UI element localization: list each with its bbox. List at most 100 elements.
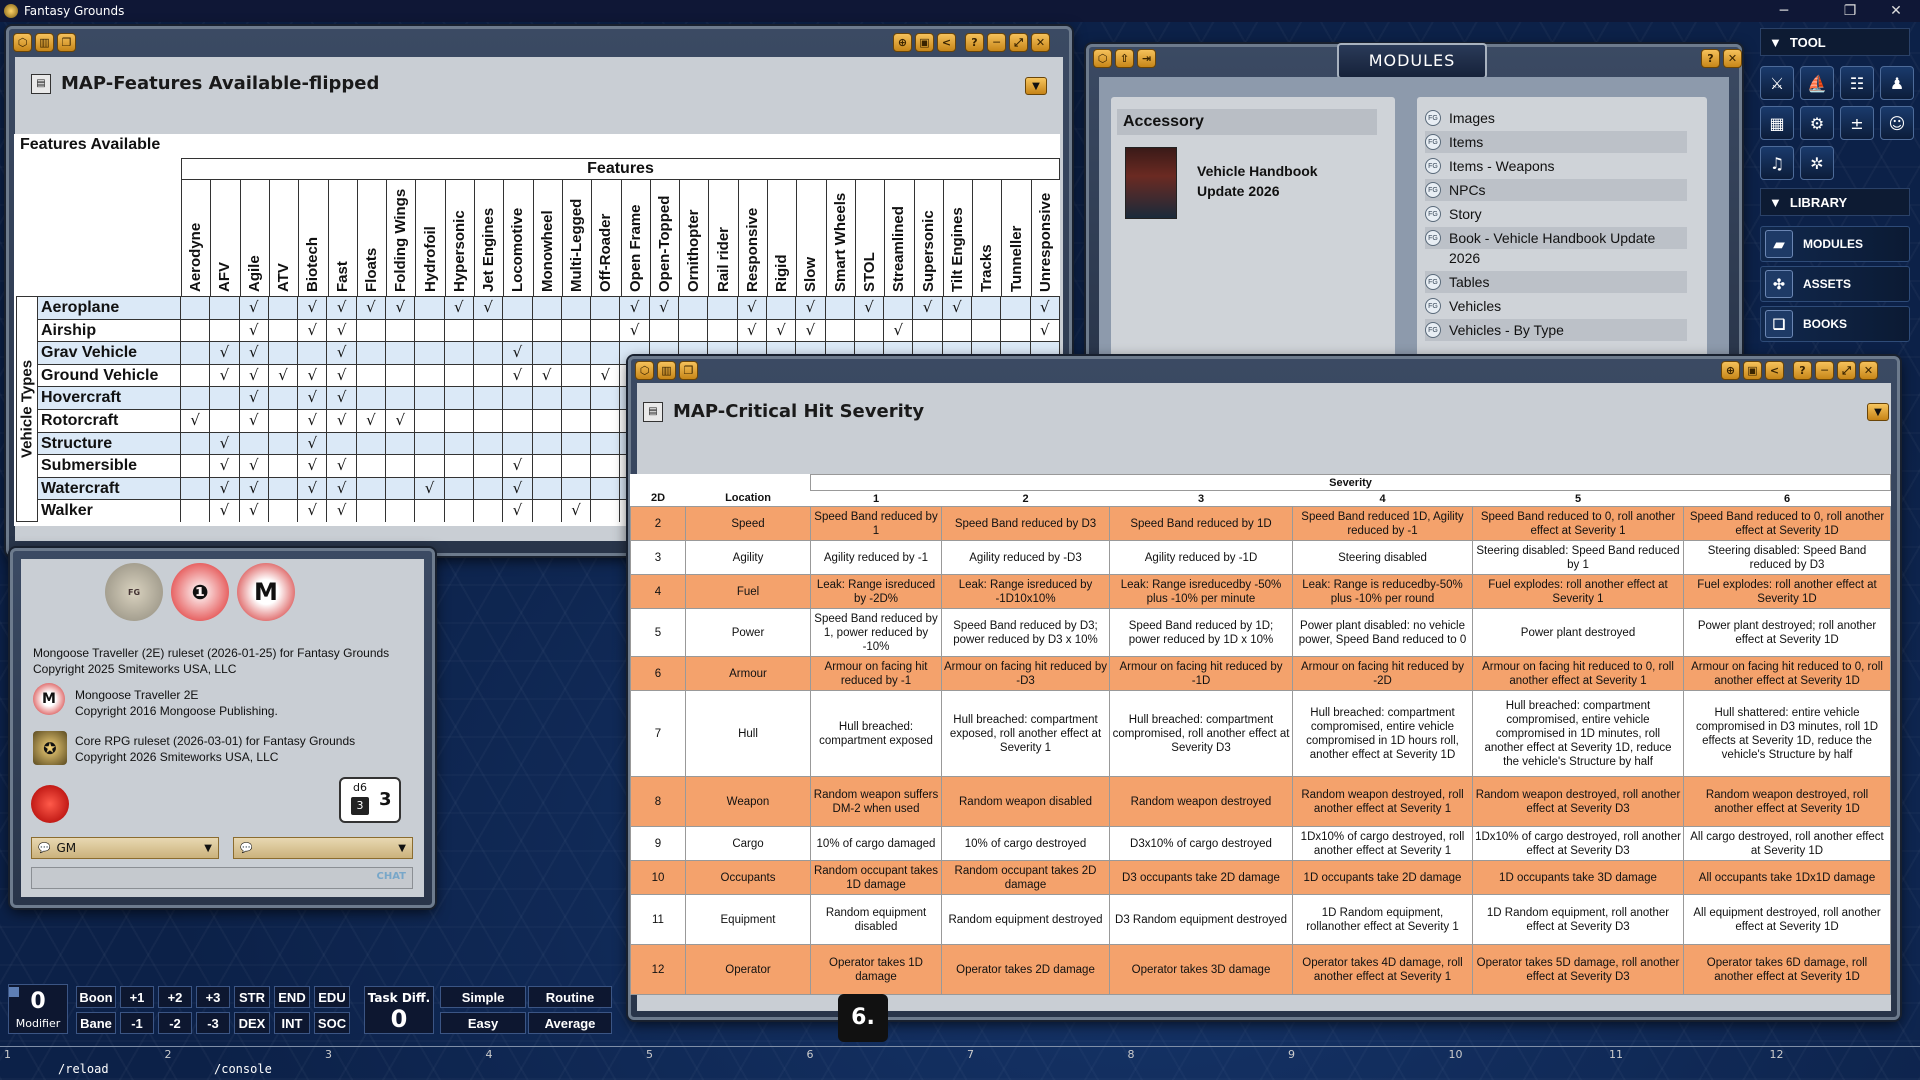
- int-button[interactable]: INT: [274, 1012, 310, 1034]
- lock-icon[interactable]: ▣: [1743, 361, 1762, 380]
- hotkey-number[interactable]: 1: [4, 1048, 11, 1061]
- share-icon[interactable]: <: [937, 33, 956, 52]
- module-name[interactable]: Vehicle Handbook Update 2026: [1197, 161, 1318, 201]
- hotkey-number[interactable]: 10: [1449, 1048, 1463, 1061]
- calendar-icon[interactable]: ▦: [1760, 106, 1794, 140]
- minimize-window-icon[interactable]: ─: [1815, 361, 1834, 380]
- close-window-icon[interactable]: ✕: [1859, 361, 1878, 380]
- hotkey-number[interactable]: 9: [1288, 1048, 1295, 1061]
- task-difficulty-box[interactable]: Task Diff. 0: [364, 986, 434, 1034]
- hotkey-number[interactable]: 8: [1128, 1048, 1135, 1061]
- average-button[interactable]: Average: [528, 1012, 612, 1034]
- hotkey-number[interactable]: 4: [486, 1048, 493, 1061]
- chat-input[interactable]: CHAT: [31, 867, 413, 889]
- library-books-button[interactable]: ❏ BOOKS: [1760, 306, 1910, 342]
- import-icon[interactable]: ⇥: [1137, 49, 1156, 68]
- chat-identity-select[interactable]: 💬 GM ▼: [31, 837, 219, 859]
- minus-one-button[interactable]: -1: [120, 1012, 154, 1034]
- lock-icon[interactable]: ▣: [915, 33, 934, 52]
- help-icon[interactable]: ?: [1701, 49, 1720, 68]
- window-menu-button[interactable]: ▼: [1867, 403, 1889, 421]
- chat-mode-select[interactable]: 💬 ▼: [233, 837, 413, 859]
- link-icon[interactable]: ⬡: [13, 33, 32, 52]
- book-icon[interactable]: ▥: [657, 361, 676, 380]
- plus-three-button[interactable]: +3: [196, 986, 230, 1008]
- modifier-box[interactable]: 0 Modifier: [8, 984, 68, 1034]
- feature-cell: √: [591, 364, 621, 387]
- dex-button[interactable]: DEX: [234, 1012, 270, 1034]
- tool-section-header[interactable]: ▼ TOOL: [1760, 28, 1910, 56]
- close-window-icon[interactable]: ✕: [1031, 33, 1050, 52]
- ladder-icon[interactable]: ☷: [1840, 66, 1874, 100]
- module-content-item[interactable]: FG Book - Vehicle Handbook Update: [1425, 227, 1687, 249]
- macro-console[interactable]: /console: [214, 1062, 272, 1076]
- routine-button[interactable]: Routine: [528, 986, 612, 1008]
- simple-button[interactable]: Simple: [440, 986, 526, 1008]
- end-button[interactable]: END: [274, 986, 310, 1008]
- close-icon[interactable]: ✕: [1874, 0, 1918, 22]
- hotkey-number[interactable]: 2: [165, 1048, 172, 1061]
- expand-icon[interactable]: ⤢: [1837, 361, 1856, 380]
- close-window-icon[interactable]: ✕: [1723, 49, 1742, 68]
- zoom-icon[interactable]: ⊕: [893, 33, 912, 52]
- hotkey-number[interactable]: 12: [1770, 1048, 1784, 1061]
- module-content-item[interactable]: FG Images: [1425, 107, 1687, 129]
- boon-button[interactable]: Boon: [76, 986, 116, 1008]
- vehicle-icon[interactable]: ⛵: [1800, 66, 1834, 100]
- help-icon[interactable]: ?: [965, 33, 984, 52]
- combat-tracker-icon[interactable]: ⚔: [1760, 66, 1794, 100]
- feature-cell: [650, 319, 680, 342]
- plus-two-button[interactable]: +2: [158, 986, 192, 1008]
- link-icon[interactable]: ⬡: [1093, 49, 1112, 68]
- module-content-item[interactable]: 2026: [1425, 247, 1687, 269]
- copy-icon[interactable]: ❐: [57, 33, 76, 52]
- modifiers-icon[interactable]: ±: [1840, 106, 1874, 140]
- module-content-item[interactable]: FG Story: [1425, 203, 1687, 225]
- soc-button[interactable]: SOC: [314, 1012, 350, 1034]
- hotkey-number[interactable]: 5: [646, 1048, 653, 1061]
- expand-icon[interactable]: ⤢: [1009, 33, 1028, 52]
- page-number-badge: 6.: [838, 994, 888, 1042]
- options-icon[interactable]: ⚙: [1800, 106, 1834, 140]
- library-section-header[interactable]: ▼ LIBRARY: [1760, 188, 1910, 216]
- window-menu-button[interactable]: ▼: [1025, 77, 1047, 95]
- module-content-item[interactable]: FG Vehicles - By Type: [1425, 319, 1687, 341]
- dice-tower-icon[interactable]: [31, 785, 69, 823]
- library-modules-button[interactable]: ▰ MODULES: [1760, 226, 1910, 262]
- feature-cell: [415, 410, 445, 432]
- module-content-item[interactable]: FG Tables: [1425, 271, 1687, 293]
- link-icon[interactable]: ⬡: [635, 361, 654, 380]
- party-icon[interactable]: ♟: [1880, 66, 1914, 100]
- music-icon[interactable]: ♫: [1760, 146, 1794, 180]
- share-icon[interactable]: <: [1765, 361, 1784, 380]
- edu-button[interactable]: EDU: [314, 986, 350, 1008]
- module-content-item[interactable]: FG NPCs: [1425, 179, 1687, 201]
- str-button[interactable]: STR: [234, 986, 270, 1008]
- minus-three-button[interactable]: -3: [196, 1012, 230, 1034]
- bane-button[interactable]: Bane: [76, 1012, 116, 1034]
- minimize-window-icon[interactable]: ─: [987, 33, 1006, 52]
- characters-icon[interactable]: ☺: [1880, 106, 1914, 140]
- hotkey-number[interactable]: 11: [1609, 1048, 1623, 1061]
- module-cover-image[interactable]: [1125, 147, 1177, 219]
- module-content-item[interactable]: FG Items - Weapons: [1425, 155, 1687, 177]
- minus-two-button[interactable]: -2: [158, 1012, 192, 1034]
- chat-send-label[interactable]: CHAT: [377, 871, 407, 882]
- upload-icon[interactable]: ⇧: [1115, 49, 1134, 68]
- library-assets-button[interactable]: ✣ ASSETS: [1760, 266, 1910, 302]
- plus-one-button[interactable]: +1: [120, 986, 154, 1008]
- copy-icon[interactable]: ❐: [679, 361, 698, 380]
- hotkey-number[interactable]: 3: [325, 1048, 332, 1061]
- zoom-icon[interactable]: ⊕: [1721, 361, 1740, 380]
- macro-reload[interactable]: /reload: [58, 1062, 109, 1076]
- hotkey-number[interactable]: 7: [967, 1048, 974, 1061]
- module-content-item[interactable]: FG Items: [1425, 131, 1687, 153]
- book-icon[interactable]: ▥: [35, 33, 54, 52]
- easy-button[interactable]: Easy: [440, 1012, 526, 1034]
- hotkey-number[interactable]: 6: [807, 1048, 814, 1061]
- help-icon[interactable]: ?: [1793, 361, 1812, 380]
- minimize-icon[interactable]: ─: [1762, 0, 1806, 22]
- restore-icon[interactable]: ❐: [1828, 0, 1872, 22]
- module-content-item[interactable]: FG Vehicles: [1425, 295, 1687, 317]
- settings-icon[interactable]: ✲: [1800, 146, 1834, 180]
